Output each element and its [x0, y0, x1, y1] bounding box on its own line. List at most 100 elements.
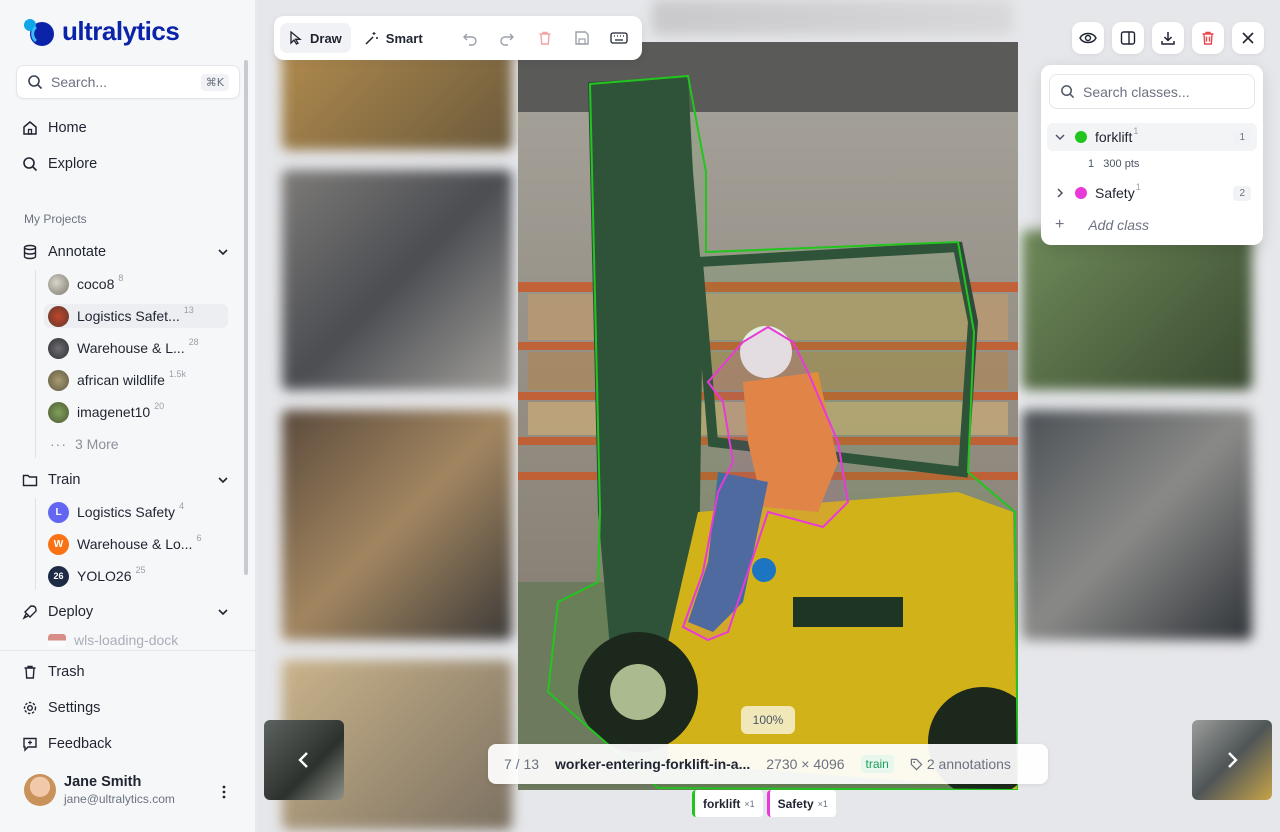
nav-feedback-label: Feedback	[48, 736, 112, 752]
draw-label: Draw	[310, 30, 342, 46]
annotated-image[interactable]	[518, 42, 1018, 790]
nav-home[interactable]: Home	[22, 117, 87, 139]
class-search-input[interactable]: Search classes...	[1049, 74, 1255, 109]
annotation-detail[interactable]: 1 300 pts	[1088, 158, 1139, 170]
brand-logo[interactable]: ultralytics	[22, 16, 180, 47]
visibility-button[interactable]	[1072, 22, 1104, 54]
project-name: Warehouse & L...	[77, 340, 185, 356]
chevron-right-icon	[1228, 752, 1238, 768]
annotation-points: 300 pts	[1103, 158, 1140, 170]
class-color-swatch[interactable]	[1075, 187, 1087, 199]
class-color-swatch[interactable]	[1075, 131, 1087, 143]
zoom-level[interactable]: 100%	[741, 706, 795, 734]
sidebar-scrollbar[interactable]	[244, 60, 248, 575]
project-count: 6	[196, 533, 202, 543]
ellipsis-icon: ···	[50, 436, 67, 452]
chip-safety[interactable]: Safety ×1	[766, 790, 836, 817]
add-class-label: Add class	[1088, 217, 1150, 233]
chip-label: Safety	[777, 796, 814, 811]
deploy-item[interactable]: wls-loading-dock	[48, 632, 232, 648]
annotations-count: 2 annotations	[910, 756, 1011, 772]
undo-button[interactable]	[453, 23, 486, 53]
gear-icon	[23, 701, 37, 715]
chevron-down-icon[interactable]	[216, 605, 230, 619]
delete-image-button[interactable]	[1192, 22, 1224, 54]
nav-deploy-label: Deploy	[48, 604, 94, 620]
user-name: Jane Smith	[64, 774, 142, 790]
nav-settings[interactable]: Settings	[22, 697, 100, 719]
chevron-right-icon[interactable]	[1053, 186, 1067, 200]
train-project[interactable]: L Logistics Safety 4	[48, 500, 232, 524]
search-icon	[28, 75, 43, 90]
project-count: 4	[179, 501, 185, 511]
tree-line	[35, 498, 36, 590]
nav-trash[interactable]: Trash	[22, 661, 85, 683]
download-button[interactable]	[1152, 22, 1184, 54]
chevron-down-icon[interactable]	[216, 245, 230, 259]
keyboard-shortcuts-button[interactable]	[603, 23, 636, 53]
next-image-button[interactable]	[1192, 720, 1272, 800]
annotate-project[interactable]: imagenet10 20	[48, 400, 232, 424]
save-button[interactable]	[565, 23, 598, 53]
project-badge: 26	[48, 565, 69, 587]
chevron-down-icon[interactable]	[216, 473, 230, 487]
nav-deploy[interactable]: Deploy	[22, 601, 93, 623]
smart-tool-button[interactable]: Smart	[355, 23, 432, 53]
class-row-forklift[interactable]: forklift 1 1	[1047, 123, 1257, 151]
split-badge[interactable]: train	[860, 755, 894, 773]
trash-icon	[539, 31, 551, 45]
nav-home-label: Home	[48, 120, 87, 136]
previous-image-button[interactable]	[264, 720, 344, 800]
more-vertical-icon[interactable]	[218, 784, 230, 800]
project-badge: W	[48, 533, 69, 555]
add-class-button[interactable]: + Add class	[1055, 216, 1149, 234]
train-project[interactable]: 26 YOLO26 25	[48, 564, 232, 588]
chip-label: forklift	[703, 796, 741, 811]
nav-explore-label: Explore	[48, 156, 98, 172]
train-project[interactable]: W Warehouse & Lo... 6	[48, 532, 232, 556]
image-canvas[interactable]	[518, 42, 1018, 790]
trash-icon	[1202, 31, 1214, 45]
smart-label: Smart	[385, 30, 423, 46]
class-name: forklift	[1095, 129, 1133, 145]
nav-feedback[interactable]: Feedback	[22, 733, 112, 755]
deploy-name: wls-loading-dock	[74, 632, 179, 648]
annotate-project-active[interactable]: Logistics Safet... 13	[44, 304, 228, 328]
draw-tool-button[interactable]: Draw	[280, 23, 351, 53]
more-projects-link[interactable]: ··· 3 More	[50, 436, 119, 452]
user-profile[interactable]: Jane Smith jane@ultralytics.com	[24, 774, 175, 806]
nav-explore[interactable]: Explore	[22, 153, 97, 175]
magic-wand-icon	[365, 31, 378, 45]
more-label: 3 More	[75, 436, 119, 452]
project-count: 28	[188, 337, 199, 347]
project-name: Warehouse & Lo...	[77, 536, 193, 552]
database-icon	[23, 244, 37, 260]
redo-icon	[500, 33, 515, 46]
annotate-project[interactable]: Warehouse & L... 28	[48, 336, 232, 360]
avatar	[24, 774, 56, 806]
tree-line	[35, 270, 36, 458]
chip-forklift[interactable]: forklift ×1	[692, 790, 763, 817]
chevron-left-icon	[298, 752, 308, 768]
toggle-panel-button[interactable]	[1112, 22, 1144, 54]
class-row-safety[interactable]: Safety 1 2	[1047, 179, 1257, 207]
close-button[interactable]	[1232, 22, 1264, 54]
nav-train[interactable]: Train	[22, 469, 81, 491]
class-superscript: 1	[1135, 182, 1141, 192]
delete-annotation-button[interactable]	[528, 23, 561, 53]
tag-icon	[910, 758, 923, 770]
project-thumbnail	[48, 401, 69, 423]
home-icon	[23, 121, 37, 135]
cursor-icon	[290, 31, 302, 45]
search-input[interactable]: Search... ⌘K	[16, 65, 240, 99]
project-name: coco8	[77, 276, 115, 292]
image-dimensions: 2730 × 4096	[766, 756, 845, 772]
panel-icon	[1120, 31, 1136, 45]
nav-annotate[interactable]: Annotate	[22, 241, 106, 263]
trash-icon	[24, 665, 36, 679]
annotate-project[interactable]: african wildlife 1.5k	[48, 368, 232, 392]
chevron-down-icon[interactable]	[1053, 130, 1067, 144]
redo-button[interactable]	[491, 23, 524, 53]
annotate-project[interactable]: coco8 8	[48, 272, 232, 296]
image-position: 7 / 13	[504, 756, 540, 772]
